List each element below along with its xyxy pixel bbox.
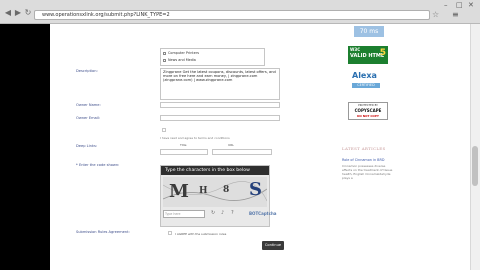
back-icon[interactable]: ◀ [4,9,12,17]
page-viewport: Computer Printers News and Media Descrip… [0,24,480,270]
audio-icon[interactable]: ♪ [221,210,224,216]
list-item[interactable]: News and Media [163,58,196,62]
captcha-widget: Type the characters in the box below M H… [160,165,277,227]
bookmark-star-icon[interactable]: ☆ [432,10,439,19]
captcha-input[interactable]: Type here [163,210,205,218]
address-bar[interactable]: www.operationsxlink.org/submit.php?LINK_… [34,10,430,20]
list-item[interactable]: Computer Printers [163,51,199,55]
description-label: Description: [76,69,98,73]
maximize-icon[interactable]: □ [456,1,463,9]
alexa-badge: Alexa CERTIFIED [352,71,382,91]
captcha-char: 8 [223,185,230,195]
captcha-brand: BOTCaptcha [249,211,277,216]
captcha-char: H [199,186,208,196]
refresh-icon[interactable]: ↻ [211,210,215,216]
article-link[interactable]: Role of Cinnamon in BRD [342,158,384,162]
owner-email-label: Owner Email: [76,116,101,120]
agree-text: I AGREE with the submission rules [175,232,227,236]
left-margin [0,24,50,270]
help-icon[interactable]: ? [231,210,234,216]
browser-toolbar: ◀ ▶ ↻ www.operationsxlink.org/submit.php… [0,0,480,24]
owner-name-label: Owner Name: [76,103,101,107]
close-window-icon[interactable]: ✕ [468,1,474,9]
browser-menu-icon[interactable]: ≡ [452,10,459,19]
captcha-image: M H 8 S [163,177,267,207]
scrollbar-thumb[interactable] [472,146,478,186]
agree-checkbox[interactable] [168,231,172,235]
description-textarea[interactable]: Zingprane Get the latest coupons, discou… [160,68,280,100]
captcha-char: S [249,179,262,200]
deep-links-title-header: Title [180,143,187,147]
captcha-header: Type the characters in the box below [161,166,269,175]
speed-badge: 70 ms [354,26,384,37]
deep-links-url-header: URL [228,143,234,147]
forward-icon[interactable]: ▶ [14,9,22,17]
category-listbox[interactable]: Computer Printers News and Media [160,48,265,66]
captcha-label: * Enter the code shown: [76,163,120,167]
latest-articles-heading: LATEST ARTICLES [342,146,386,151]
submission-rules-label: Submission Rules Agreement: [76,230,130,234]
deep-link-url-field[interactable] [212,149,272,155]
deep-link-title-field[interactable] [160,149,208,155]
article-excerpt: Cinnamon possesses diverse effects on th… [342,164,393,180]
captcha-char: M [169,181,189,202]
w3c-badge: W3C VALID HTML 5 [348,46,388,64]
terms-note: I have read and agree to terms and condi… [160,136,230,140]
continue-button[interactable]: Continue [262,241,284,250]
terms-checkbox[interactable] [162,128,166,132]
reload-icon[interactable]: ↻ [24,9,32,17]
owner-name-field[interactable] [160,102,280,108]
address-url: www.operationsxlink.org/submit.php?LINK_… [42,12,170,18]
deep-links-label: Deep Links: [76,144,98,148]
owner-email-field[interactable] [160,115,280,121]
copyscape-badge[interactable]: PROTECTED BY COPYSCAPE DO NOT COPY [348,102,388,120]
minimize-icon[interactable]: – [444,1,448,9]
